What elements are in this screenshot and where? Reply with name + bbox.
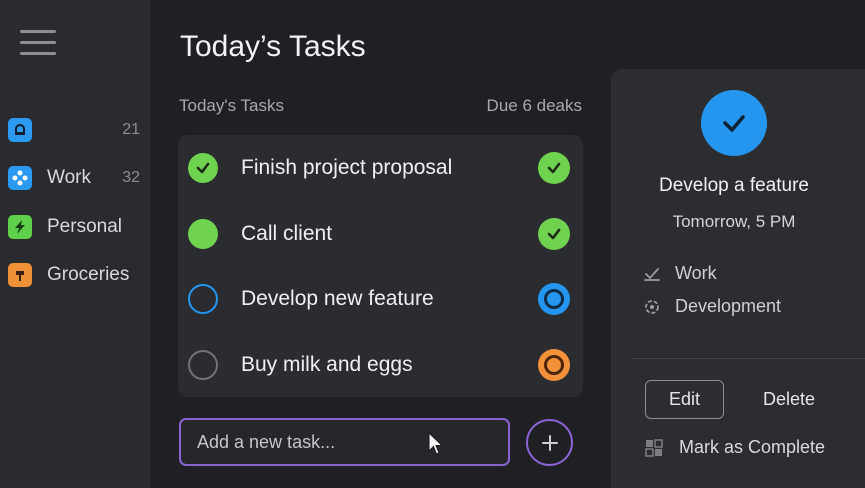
task-row[interactable]: Call client xyxy=(178,201,583,267)
add-task-input[interactable] xyxy=(179,418,510,466)
detail-tag: Development xyxy=(643,296,781,317)
page-title: Today’s Tasks xyxy=(180,30,366,63)
task-checkbox-checked[interactable] xyxy=(188,153,218,183)
add-task-button[interactable] xyxy=(526,419,573,466)
check-circle-icon xyxy=(701,90,767,156)
task-text: Buy milk and eggs xyxy=(241,353,413,376)
detail-title: Develop a feature xyxy=(659,175,809,196)
sidebar-item-personal[interactable]: Personal xyxy=(8,211,140,243)
orange-dot-icon[interactable] xyxy=(538,349,570,381)
task-row[interactable]: Finish project proposal xyxy=(178,135,583,201)
detail-project-label: Work xyxy=(675,263,717,283)
sidebar-item-count: 32 xyxy=(122,169,140,186)
sidebar-item-notifications[interactable]: 21 xyxy=(8,114,140,146)
detail-project: Work xyxy=(643,263,717,284)
lightning-icon xyxy=(8,215,32,239)
blue-dot-icon[interactable] xyxy=(538,283,570,315)
task-checkbox-filled[interactable] xyxy=(188,219,218,249)
plus-icon xyxy=(541,434,558,451)
task-list: Finish project proposal Call client Deve… xyxy=(178,135,583,397)
bell-icon xyxy=(8,118,32,142)
task-text: Call client xyxy=(241,222,333,245)
detail-due: Tomorrow, 5 PM xyxy=(672,212,796,231)
sidebar-item-count: 21 xyxy=(122,121,140,138)
sidebar-item-label: Personal xyxy=(47,216,122,237)
list-header: Today's Tasks xyxy=(179,96,284,115)
checkmark-icon xyxy=(644,267,660,281)
divider xyxy=(631,358,865,359)
check-circle-icon[interactable] xyxy=(538,218,570,250)
network-icon xyxy=(8,166,32,190)
task-row[interactable]: Develop new feature xyxy=(178,266,583,332)
sidebar: 21 Work 32 Personal Groceries xyxy=(0,0,150,488)
sidebar-item-groceries[interactable]: Groceries xyxy=(8,259,140,291)
menu-icon[interactable] xyxy=(20,30,56,56)
sidebar-item-work[interactable]: Work 32 xyxy=(8,162,140,194)
gear-icon xyxy=(645,299,659,314)
edit-button[interactable]: Edit xyxy=(645,380,724,419)
due-label: Due 6 deaks xyxy=(486,96,582,115)
mark-complete-label: Mark as Complete xyxy=(679,437,826,457)
detail-tag-label: Development xyxy=(675,296,782,316)
task-row[interactable]: Buy milk and eggs xyxy=(178,332,583,398)
sidebar-item-label: Work xyxy=(47,167,91,188)
grid-icon xyxy=(645,438,663,457)
task-text: Finish project proposal xyxy=(241,156,453,179)
task-checkbox-empty[interactable] xyxy=(188,284,218,314)
task-checkbox-empty[interactable] xyxy=(188,350,218,380)
task-text: Develop new feature xyxy=(241,287,434,310)
task-detail-panel: Develop a feature Tomorrow, 5 PM Work De… xyxy=(611,69,865,488)
mouse-cursor-icon xyxy=(428,431,444,461)
delete-button[interactable]: Delete xyxy=(751,380,827,419)
basket-icon xyxy=(8,263,32,287)
check-circle-icon[interactable] xyxy=(538,152,570,184)
sidebar-item-label: Groceries xyxy=(47,264,130,285)
mark-complete-button[interactable]: Mark as Complete xyxy=(645,437,825,458)
